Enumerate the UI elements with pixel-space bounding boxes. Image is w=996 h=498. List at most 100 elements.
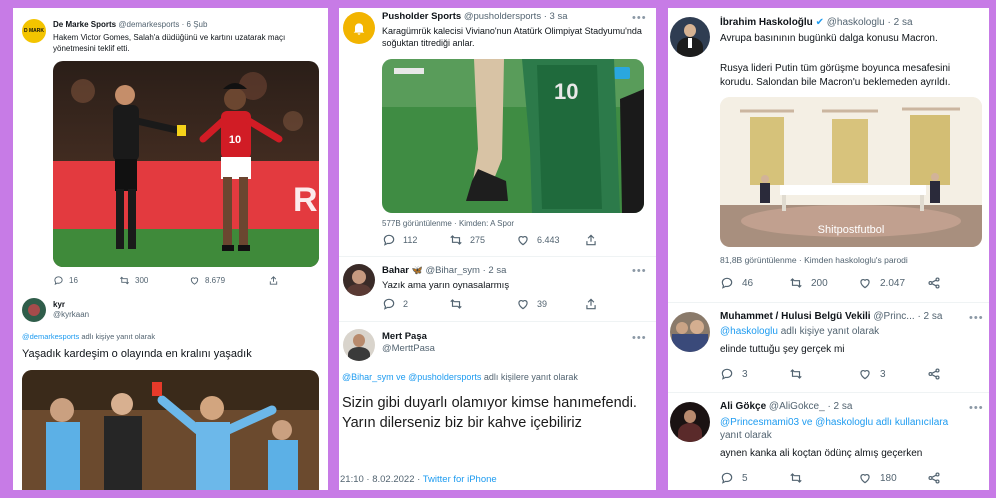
author-handle[interactable]: @MerttPasa <box>382 343 435 355</box>
like-button[interactable]: 39 <box>516 297 547 311</box>
like-count: 180 <box>880 472 897 484</box>
retweet-button[interactable] <box>789 367 803 381</box>
tweet-panel-middle: Pusholder Sports @pusholdersports · 3 sa… <box>339 8 656 490</box>
retweet-button[interactable]: 200 <box>789 276 828 290</box>
reply-to-link[interactable]: @demarkesports <box>22 332 79 341</box>
more-icon[interactable]: ••• <box>969 402 984 414</box>
tweet-time[interactable]: · 3 sa <box>544 11 568 22</box>
share-icon <box>927 367 941 381</box>
avatar[interactable] <box>670 17 710 57</box>
like-count: 6.443 <box>537 235 560 245</box>
reply-count: 3 <box>742 368 748 380</box>
like-icon <box>516 233 530 247</box>
tweet-time[interactable]: · 2 sa <box>827 401 852 412</box>
share-button[interactable] <box>584 297 598 311</box>
tweet-text: Yazık ama yarın oynasalarmış <box>382 280 510 291</box>
share-icon <box>584 297 598 311</box>
more-icon[interactable]: ••• <box>969 312 984 324</box>
tweet-time[interactable]: · 2 sa <box>917 311 942 322</box>
share-button[interactable] <box>927 276 941 290</box>
share-button[interactable] <box>927 367 941 381</box>
reply-button[interactable]: 5 <box>720 471 748 485</box>
jersey-number: 10 <box>554 79 578 104</box>
reply-count: 5 <box>742 472 748 484</box>
more-icon[interactable]: ••• <box>632 12 647 24</box>
avatar[interactable] <box>22 298 46 322</box>
jersey-number: 10 <box>229 134 241 146</box>
author-name[interactable]: Mert Paşa <box>382 331 435 343</box>
reply-to-link[interactable]: @haskologlu <box>720 326 778 337</box>
divider <box>668 302 989 303</box>
avatar[interactable] <box>670 402 710 442</box>
tweet-time[interactable]: · 2 sa <box>483 265 507 276</box>
tweet-time[interactable]: · 2 sa <box>888 17 913 28</box>
like-icon <box>858 367 872 381</box>
avatar[interactable] <box>343 329 375 361</box>
tweet-text: Avrupa basınının bugünkü dalga konusu Ma… <box>720 33 938 44</box>
author-handle[interactable]: @AliGokce_ <box>769 401 825 412</box>
author-name[interactable]: Pusholder Sports <box>382 11 461 22</box>
like-button[interactable]: 180 <box>858 471 897 485</box>
retweet-count: 200 <box>811 277 828 289</box>
retweet-button[interactable] <box>449 297 463 311</box>
author-handle[interactable]: @pusholdersports <box>464 11 541 22</box>
tweet-text-continued: Rusya lideri Putin tüm görüşme boyunca m… <box>720 63 951 88</box>
tweet-photo[interactable]: RUT 10 <box>53 61 319 267</box>
tweet-photo[interactable]: Shitpostfutbol <box>720 97 982 247</box>
banner-text: RUT <box>293 181 319 219</box>
like-button[interactable]: 3 <box>858 367 886 381</box>
share-button[interactable] <box>268 275 279 286</box>
author-name[interactable]: kyr <box>53 300 89 310</box>
reply-icon <box>720 367 734 381</box>
retweet-button[interactable] <box>789 471 803 485</box>
like-icon <box>858 276 872 290</box>
tweet-text: elinde tuttuğu şey gerçek mi <box>720 344 845 355</box>
tweet-photo[interactable] <box>22 370 319 490</box>
author-handle[interactable]: @Bihar_sym <box>425 265 480 276</box>
like-button[interactable]: 2.047 <box>858 276 905 290</box>
more-icon[interactable]: ••• <box>632 332 647 344</box>
like-icon <box>189 275 200 286</box>
share-button[interactable] <box>927 471 941 485</box>
author-handle[interactable]: @Princ... <box>873 311 914 322</box>
retweet-icon <box>789 367 803 381</box>
author-name[interactable]: Bahar <box>382 265 409 276</box>
view-count: 81,8B görüntülenme · Kimden haskologlu's… <box>720 255 908 265</box>
author-handle[interactable]: @kyrkaan <box>53 310 89 320</box>
author-name[interactable]: Ali Gökçe <box>720 401 766 412</box>
reply-button[interactable]: 2 <box>382 297 408 311</box>
view-count: 577B görüntülenme · Kimden: A Spor <box>382 219 515 228</box>
tweet-time[interactable]: · 6 Şub <box>182 20 208 29</box>
retweet-button[interactable]: 300 <box>119 275 148 286</box>
more-icon[interactable]: ••• <box>632 265 647 277</box>
like-button[interactable]: 8.679 <box>189 275 225 286</box>
reply-count: 2 <box>403 299 409 309</box>
tweet-video[interactable]: 10 <box>382 59 644 213</box>
author-name[interactable]: Muhammet / Hulusi Belgü Vekili <box>720 311 871 322</box>
avatar[interactable] <box>670 312 710 352</box>
reply-button[interactable]: 3 <box>720 367 748 381</box>
share-button[interactable] <box>584 233 598 247</box>
retweet-button[interactable]: 275 <box>449 233 485 247</box>
like-button[interactable]: 6.443 <box>516 233 560 247</box>
reply-to-label: adlı kişiye yanıt olarak <box>780 326 880 337</box>
author-handle[interactable]: @demarkesports <box>118 20 179 29</box>
author-name[interactable]: De Marke Sports <box>53 20 116 29</box>
divider <box>339 321 656 322</box>
reply-to-link[interactable]: @Princesmami03 ve @haskologlu adlı kulla… <box>720 417 948 428</box>
reply-button[interactable]: 112 <box>382 233 417 247</box>
avatar[interactable]: D MARK <box>22 19 46 43</box>
reply-button[interactable]: 46 <box>720 276 753 290</box>
divider <box>668 392 989 393</box>
tweet-panel-right: İbrahim Haskoloğlu ✔ @haskologlu · 2 sa … <box>668 8 989 490</box>
author-name[interactable]: İbrahim Haskoloğlu <box>720 17 813 28</box>
author-handle[interactable]: @haskologlu <box>827 17 885 28</box>
reply-icon <box>720 276 734 290</box>
butterfly-icon: 🦋 <box>411 265 423 275</box>
avatar[interactable] <box>343 264 375 296</box>
reply-to-link[interactable]: @Bihar_sym ve @pusholdersports <box>342 372 481 382</box>
tweet-timestamp[interactable]: 21:10 · 8.02.2022 · <box>340 474 420 485</box>
tweet-source[interactable]: Twitter for iPhone <box>423 474 497 485</box>
reply-button[interactable]: 16 <box>53 275 78 286</box>
avatar[interactable] <box>343 12 375 44</box>
